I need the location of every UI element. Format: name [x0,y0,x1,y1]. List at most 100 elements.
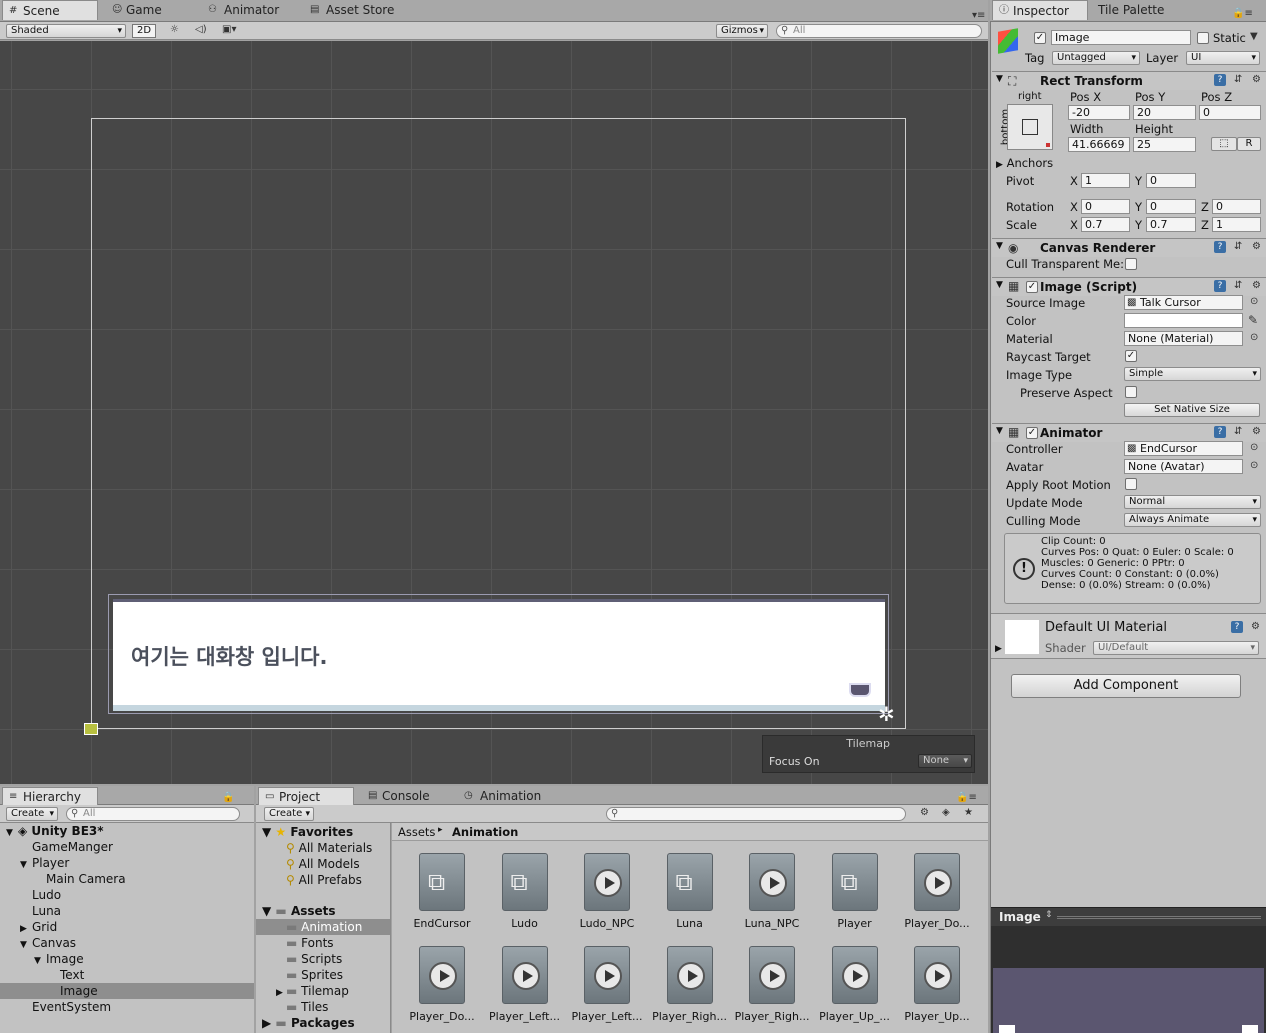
scale-y-input[interactable]: 0.7 [1146,217,1196,232]
favorite-item[interactable]: ⚲ All Models [286,856,360,872]
tab-asset-store[interactable]: ▤ Asset Store [306,0,406,20]
project-lock-icon[interactable]: 🔒≡ [956,792,977,803]
update-mode-dropdown[interactable]: Normal [1124,495,1261,509]
preview-drag-handle[interactable] [1057,916,1261,919]
rotation-y-input[interactable]: 0 [1146,199,1196,214]
audio-icon[interactable]: ◁) [195,24,207,35]
lock-icon[interactable]: 🔒 [222,792,234,803]
object-picker-icon[interactable]: ⊙ [1250,442,1258,453]
material-field[interactable]: None (Material) [1124,331,1243,346]
scene-search-input[interactable]: All [776,24,982,38]
help-icon[interactable]: ? [1214,426,1226,438]
preset-icon[interactable]: ⇵ [1234,241,1242,252]
rotation-x-input[interactable]: 0 [1081,199,1130,214]
folder-item[interactable]: ▬ Fonts [276,935,334,951]
filter-label-icon[interactable]: ◈ [942,807,950,818]
raycast-target-checkbox[interactable]: ✓ [1125,350,1137,362]
set-native-size-button[interactable]: Set Native Size [1124,403,1260,417]
panel-menu-icon[interactable]: ▾≡ [972,10,985,21]
project-search-input[interactable] [606,807,906,821]
preset-icon[interactable]: ⇵ [1234,74,1242,85]
animation-clip-asset[interactable] [419,946,465,1004]
favorite-item[interactable]: ⚲ All Prefabs [286,872,362,888]
hierarchy-item[interactable]: Main Camera [34,871,126,887]
preset-icon[interactable]: ⇵ [1234,280,1242,291]
tab-animation[interactable]: ◷ Animation [460,787,556,805]
animator-controller-asset[interactable]: ⧉ [831,853,878,911]
pos-x-input[interactable]: -20 [1068,105,1130,120]
tab-hierarchy[interactable]: ≡ Hierarchy [2,787,98,805]
image-type-dropdown[interactable]: Simple [1124,367,1261,381]
folder-item[interactable]: ▬ Tiles [276,999,328,1015]
fold-icon[interactable]: ▶ [995,644,1002,654]
anchor-preset-button[interactable] [1007,104,1053,150]
hierarchy-item[interactable]: EventSystem [20,999,111,1015]
pivot-y-input[interactable]: 0 [1146,173,1196,188]
2d-toggle[interactable]: 2D [132,24,156,38]
animator-controller-asset[interactable]: ⧉ [501,853,548,911]
favorites-header[interactable]: ▼ ★ Favorites [262,824,353,840]
hierarchy-item[interactable]: Image [48,983,98,999]
static-checkbox[interactable] [1197,32,1209,44]
width-input[interactable]: 41.66669 [1068,137,1130,152]
animation-clip-asset[interactable] [831,946,878,1004]
inspector-lock-icon[interactable]: 🔒≡ [1232,8,1253,19]
scale-x-input[interactable]: 0.7 [1081,217,1130,232]
preview-dropdown-icon[interactable]: ⇕ [1045,910,1053,920]
pivot-x-input[interactable]: 1 [1081,173,1130,188]
object-picker-icon[interactable]: ⊙ [1250,460,1258,471]
shading-mode-dropdown[interactable]: Shaded [6,24,126,38]
tab-project[interactable]: ▭ Project [258,787,354,805]
settings-gear-icon[interactable]: ⚙ [1252,74,1261,85]
animation-clip-asset[interactable] [749,946,795,1004]
cull-transparent-checkbox[interactable] [1125,258,1137,270]
breadcrumb-current[interactable]: Animation [452,825,518,839]
favorite-item[interactable]: ⚲ All Materials [286,840,372,856]
gizmos-dropdown[interactable]: Gizmos [716,24,768,38]
raw-edit-button[interactable]: R [1237,137,1261,151]
fold-icon[interactable]: ▼ [34,953,46,969]
help-icon[interactable]: ? [1214,241,1226,253]
lighting-icon[interactable]: ☼ [170,24,179,35]
animation-clip-asset[interactable] [584,946,630,1004]
filter-type-icon[interactable]: ⚙ [920,807,929,818]
animator-controller-asset[interactable]: ⧉ [666,853,713,911]
rotation-z-input[interactable]: 0 [1212,199,1261,214]
source-image-field[interactable]: ▩ Talk Cursor [1124,295,1243,310]
tab-animator[interactable]: ⚇ Animator [204,0,300,20]
tab-inspector[interactable]: ⓘ Inspector [992,0,1088,20]
image-enabled-checkbox[interactable]: ✓ [1026,281,1038,293]
controller-field[interactable]: ▩ EndCursor [1124,441,1243,456]
hierarchy-item[interactable]: Luna [20,903,61,919]
settings-gear-icon[interactable]: ⚙ [1252,241,1261,252]
active-checkbox[interactable]: ✓ [1034,32,1046,44]
preview-title[interactable]: Image [999,910,1041,924]
object-picker-icon[interactable]: ⊙ [1250,296,1258,307]
animation-clip-asset[interactable] [584,853,630,911]
animation-clip-asset[interactable] [666,946,713,1004]
hierarchy-search-input[interactable]: All [66,807,240,821]
rect-handle-icon[interactable]: ✲ [878,702,895,726]
preserve-aspect-checkbox[interactable] [1125,386,1137,398]
fold-icon[interactable]: ▼ [20,937,32,953]
blueprint-mode-button[interactable]: ⬚ [1211,137,1237,151]
avatar-field[interactable]: None (Avatar) [1124,459,1243,474]
settings-gear-icon[interactable]: ⚙ [1252,426,1261,437]
tag-dropdown[interactable]: Untagged [1052,51,1140,65]
hierarchy-item[interactable]: GameManger [20,839,113,855]
hierarchy-item[interactable]: Ludo [20,887,61,903]
shader-dropdown[interactable]: UI/Default [1093,641,1259,655]
eyedropper-icon[interactable]: ✎ [1248,313,1258,327]
help-icon[interactable]: ? [1214,280,1226,292]
layer-dropdown[interactable]: UI [1186,51,1260,65]
folder-item[interactable]: ▬ Scripts [276,951,342,967]
effects-icon[interactable]: ▣▾ [222,24,236,35]
object-picker-icon[interactable]: ⊙ [1250,332,1258,343]
add-component-button[interactable]: Add Component [1011,674,1241,698]
dialog-box[interactable]: 여기는 대화창 입니다. [108,594,889,714]
animation-clip-asset[interactable] [501,946,548,1004]
culling-mode-dropdown[interactable]: Always Animate [1124,513,1261,527]
animator-enabled-checkbox[interactable]: ✓ [1026,427,1038,439]
focus-on-dropdown[interactable]: None [918,754,972,768]
static-dropdown-icon[interactable]: ▼ [1250,31,1258,42]
